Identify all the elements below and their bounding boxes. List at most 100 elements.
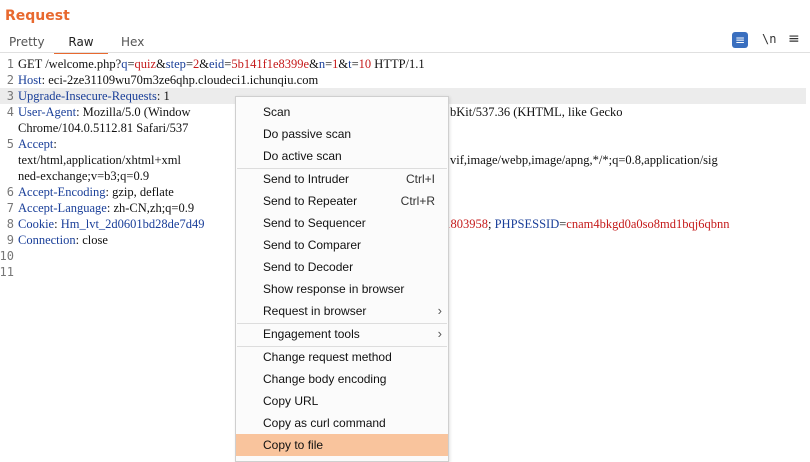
param-sep: & bbox=[199, 57, 209, 71]
param-key: step bbox=[165, 57, 186, 71]
param-key: eid bbox=[208, 57, 225, 71]
menu-item-copy-to-file[interactable]: Copy to file bbox=[236, 434, 448, 456]
line-number: 1 bbox=[6, 57, 14, 71]
menu-icon[interactable]: ≡ bbox=[788, 31, 800, 47]
menu-item-send-to-intruder[interactable]: Send to Intruder Ctrl+I bbox=[236, 168, 448, 190]
menu-item-show-response[interactable]: Show response in browser bbox=[236, 278, 448, 300]
menu-item-active-scan[interactable]: Do active scan bbox=[236, 145, 448, 167]
header-sep: : bbox=[54, 217, 61, 231]
show-newlines-button[interactable]: \n bbox=[762, 32, 776, 46]
header-user-agent: User-Agent: Mozilla/5.0 (Window bbox=[18, 104, 191, 120]
header-value: : 1 bbox=[156, 89, 170, 103]
menu-item-label: Do passive scan bbox=[263, 127, 352, 141]
menu-item-copy-as-curl[interactable]: Copy as curl command bbox=[236, 412, 448, 434]
param-eq: = bbox=[185, 57, 193, 71]
header-key: Connection bbox=[18, 233, 76, 247]
header-value: : Mozilla/5.0 (Window bbox=[76, 105, 191, 119]
param-eq: = bbox=[351, 57, 359, 71]
menu-item-shortcut: Ctrl+I bbox=[405, 172, 435, 186]
menu-item-label: Scan bbox=[263, 105, 291, 119]
panel-title: Request bbox=[5, 8, 70, 24]
cookie-continued: 21803958; PHPSESSID=cnam4bkgd0a0so8md1bq… bbox=[438, 216, 729, 232]
cookie-sep: ; bbox=[488, 217, 495, 231]
header-key: Accept-Encoding bbox=[18, 185, 106, 199]
menu-item-label: Request in browser bbox=[263, 304, 367, 318]
menu-item-label: Copy URL bbox=[263, 394, 319, 408]
header-value-wrap: Chrome/104.0.5112.81 Safari/537 bbox=[18, 121, 189, 135]
line-number: 4 bbox=[6, 105, 14, 119]
request-method-path: GET /welcome.php? bbox=[18, 57, 122, 71]
chevron-right-icon: › bbox=[437, 303, 442, 318]
menu-item-label: Show response in browser bbox=[263, 282, 405, 296]
param-eq: = bbox=[127, 57, 135, 71]
line-number: 5 bbox=[6, 137, 14, 151]
request-line: GET /welcome.php?q=quiz&step=2&eid=5b141… bbox=[18, 56, 425, 72]
param-sep: & bbox=[338, 57, 349, 71]
menu-item-send-to-repeater[interactable]: Send to Repeater Ctrl+R bbox=[236, 190, 448, 212]
header-value: : gzip, deflate bbox=[105, 185, 174, 199]
menu-item-label: Copy to file bbox=[263, 438, 324, 452]
header-key: Accept-Language bbox=[18, 201, 107, 215]
menu-item-shortcut: Ctrl+R bbox=[400, 194, 435, 208]
tab-raw[interactable]: Raw bbox=[54, 32, 108, 54]
header-value: : close bbox=[75, 233, 108, 247]
header-cookie: Cookie: Hm_lvt_2d0601bd28de7d49 bbox=[18, 216, 204, 232]
tab-pretty[interactable]: Pretty bbox=[9, 32, 45, 52]
menu-item-send-to-sequencer[interactable]: Send to Sequencer bbox=[236, 212, 448, 234]
menu-item-label: Copy as curl command bbox=[263, 416, 386, 430]
header-key: Cookie bbox=[18, 217, 55, 231]
header-value-wrap: text/html,application/xhtml+xml bbox=[18, 153, 181, 167]
header-accept-encoding: Accept-Encoding: gzip, deflate bbox=[18, 184, 174, 200]
header-accept-language: Accept-Language: zh-CN,zh;q=0.9 bbox=[18, 200, 194, 216]
line-number: 6 bbox=[6, 185, 14, 199]
line-number: 2 bbox=[6, 73, 14, 87]
param-value: quiz bbox=[134, 57, 157, 71]
header-value: : zh-CN,zh;q=0.9 bbox=[106, 201, 195, 215]
header-value-continued: vif,image/webp,image/apng,*/*;q=0.8,appl… bbox=[450, 153, 718, 167]
menu-item-label: Engagement tools bbox=[263, 327, 360, 341]
header-value: : bbox=[53, 137, 57, 151]
line-number: 7 bbox=[6, 201, 14, 215]
cookie-name: PHPSESSID bbox=[494, 217, 560, 231]
menu-item-label: Send to Decoder bbox=[263, 260, 354, 274]
menu-item-label: Send to Repeater bbox=[263, 194, 358, 208]
menu-item-request-in-browser[interactable]: Request in browser › bbox=[236, 300, 448, 322]
line-number: 10 bbox=[0, 249, 14, 263]
menu-item-label: Change request method bbox=[263, 350, 392, 364]
cookie-value: cnam4bkgd0a0so8md1bqj6qbnn bbox=[566, 217, 730, 231]
header-key: Host bbox=[18, 73, 42, 87]
menu-item-copy-url[interactable]: Copy URL bbox=[236, 390, 448, 412]
menu-item-label: Send to Sequencer bbox=[263, 216, 366, 230]
menu-item-passive-scan[interactable]: Do passive scan bbox=[236, 123, 448, 145]
line-number: 9 bbox=[6, 233, 14, 247]
menu-item-engagement-tools[interactable]: Engagement tools › bbox=[236, 323, 448, 345]
tab-hex[interactable]: Hex bbox=[121, 32, 144, 52]
tabs-divider bbox=[0, 52, 810, 53]
line-number: 8 bbox=[6, 217, 14, 231]
menu-item-send-to-decoder[interactable]: Send to Decoder bbox=[236, 256, 448, 278]
menu-item-change-body-encoding[interactable]: Change body encoding bbox=[236, 368, 448, 390]
header-key: Upgrade-Insecure-Requests bbox=[18, 89, 157, 103]
menu-item-scan[interactable]: Scan bbox=[236, 101, 448, 123]
header-value: : eci-2ze31109wu70m3ze6qhp.cloudeci1.ich… bbox=[41, 73, 319, 87]
menu-item-change-request-method[interactable]: Change request method bbox=[236, 346, 448, 368]
param-value: 10 bbox=[358, 57, 372, 71]
param-sep: & bbox=[156, 57, 166, 71]
word-wrap-icon[interactable]: ≡ bbox=[732, 32, 748, 48]
header-value-continued: bKit/537.36 (KHTML, like Gecko bbox=[450, 105, 623, 119]
header-key: Accept bbox=[18, 137, 54, 151]
menu-item-label: Send to Intruder bbox=[263, 172, 350, 186]
http-version: HTTP/1.1 bbox=[371, 57, 425, 71]
header-upgrade-insecure: Upgrade-Insecure-Requests: 1 bbox=[18, 88, 170, 104]
param-value: 5b141f1e8399e bbox=[231, 57, 310, 71]
menu-item-label: Change body encoding bbox=[263, 372, 387, 386]
menu-item-label: Do active scan bbox=[263, 149, 342, 163]
editor-toolbar: ≡ \n ≡ bbox=[732, 31, 802, 51]
header-connection: Connection: close bbox=[18, 232, 108, 248]
menu-item-send-to-comparer[interactable]: Send to Comparer bbox=[236, 234, 448, 256]
param-sep: & bbox=[309, 57, 319, 71]
cookie-name: Hm_lvt_2d0601bd28de7d49 bbox=[60, 217, 205, 231]
header-value-wrap: ned-exchange;v=b3;q=0.9 bbox=[18, 169, 150, 183]
line-number: 11 bbox=[0, 265, 14, 279]
menu-item-label: Send to Comparer bbox=[263, 238, 362, 252]
